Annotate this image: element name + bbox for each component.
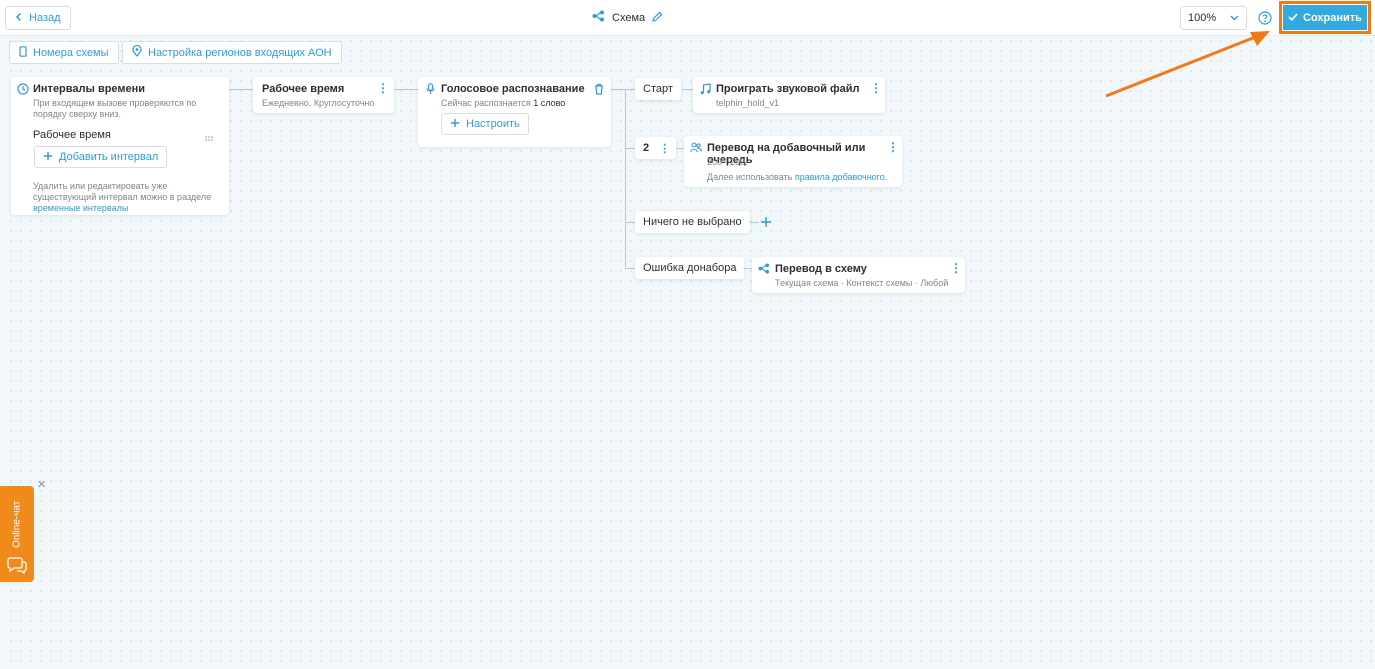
connector [394,89,418,90]
connector [682,89,693,90]
back-label: Назад [29,12,61,24]
phone-icon [19,45,27,60]
add-action-plus-icon[interactable] [760,216,772,231]
time-intervals-title: Интервалы времени [33,83,146,95]
plus-icon [450,118,460,131]
connector [625,222,635,223]
branch-label: Ошибка донабора [643,262,737,274]
clock-icon [17,83,29,98]
plus-icon [43,151,53,164]
trash-icon[interactable] [594,83,604,98]
scheme-numbers-label: Номера схемы [33,46,109,59]
annotation-arrow [1105,31,1270,98]
worktime-card[interactable]: Рабочее время Ежедневно. Круглосуточно ⋮ [253,77,394,113]
online-chat-label: Online-чат [11,500,23,548]
music-note-icon [700,83,711,98]
scheme-icon [758,263,770,277]
kebab-menu-icon[interactable]: ⋮ [659,142,670,155]
worktime-subtitle: Ежедневно. Круглосуточно [262,98,375,108]
people-icon [690,142,702,156]
chevron-left-icon [15,12,23,25]
connector [625,89,635,90]
connector [743,268,752,269]
add-interval-button[interactable]: Добавить интервал [34,146,168,168]
regions-settings-label: Настройка регионов входящих АОН [148,46,332,59]
branch-label: 2 [643,142,650,154]
worktime-title: Рабочее время [262,83,345,95]
edit-pencil-icon[interactable] [652,11,663,25]
transfer-scheme-title: Перевод в схему [775,263,867,275]
time-intervals-card: Интервалы времени При входящем вызове пр… [11,77,229,215]
branch-label: Старт [643,83,673,95]
play-sound-subtitle: telphin_hold_v1 [716,98,780,108]
intervals-footer-text: Удалить или редактировать уже существующ… [33,181,212,202]
branch-digit-2[interactable]: 2 ⋮ [635,137,677,159]
save-button[interactable]: Сохранить [1279,1,1371,34]
drag-handle-icon[interactable] [205,131,213,145]
chevron-down-icon [1230,12,1239,24]
scheme-icon [592,10,605,25]
transfer-note-prefix: Далее использовать [707,172,793,182]
regions-settings-button[interactable]: Настройка регионов входящих АОН [122,41,342,64]
voice-recognition-card[interactable]: Голосовое распознавание Сейчас распознае… [418,77,611,147]
transfer-extension-subtitle: 200 · 200. [707,157,748,167]
scheme-numbers-button[interactable]: Номера схемы [9,41,119,64]
connector [625,268,635,269]
transfer-extension-card[interactable]: Перевод на добавочный или очередь 200 · … [684,136,902,187]
play-sound-title: Проиграть звуковой файл [716,83,860,95]
extension-rules-link[interactable]: правила добавочного. [795,172,887,182]
kebab-menu-icon[interactable]: ⋮ [887,141,899,153]
connector [611,89,625,90]
close-chat-icon[interactable]: ✕ [37,478,46,491]
chat-bubble-icon [7,556,27,577]
configure-button[interactable]: Настроить [441,113,529,135]
transfer-extension-note: Далее использовать правила добавочного. [707,172,887,183]
connector [625,148,635,149]
check-icon [1288,12,1298,24]
kebab-menu-icon[interactable]: ⋮ [950,262,962,274]
kebab-menu-icon[interactable]: ⋮ [377,82,389,94]
play-sound-card[interactable]: Проиграть звуковой файл telphin_hold_v1 … [693,77,885,113]
location-pin-icon [132,44,142,60]
voice-subtitle-value: 1 слово [533,98,566,108]
time-intervals-description: При входящем вызове проверяются по поряд… [33,98,197,119]
intervals-footer: Удалить или редактировать уже существующ… [33,181,218,214]
voice-recognition-subtitle: Сейчас распознается 1 слово [441,98,565,109]
branch-dial-error[interactable]: Ошибка донабора [635,257,745,279]
voice-recognition-title: Голосовое распознавание [441,83,585,95]
branch-label: Ничего не выбрано [643,216,742,228]
configure-label: Настроить [466,118,520,130]
microphone-icon [426,83,435,98]
voice-subtitle-prefix: Сейчас распознается [441,98,531,108]
time-intervals-link[interactable]: временные интервалы [33,203,128,213]
interval-item-label: Рабочее время [33,129,111,141]
save-label: Сохранить [1303,11,1362,24]
zoom-value: 100% [1188,12,1217,24]
connector [229,89,253,90]
add-interval-label: Добавить интервал [59,151,159,163]
page-title: Схема [592,10,663,25]
page-title-text: Схема [612,11,646,24]
transfer-scheme-subtitle: Текущая схема · Контекст схемы · Любой [775,278,949,288]
branch-start[interactable]: Старт [635,78,681,100]
kebab-menu-icon[interactable]: ⋮ [870,82,882,94]
back-button[interactable]: Назад [5,6,71,30]
connector [625,89,626,267]
transfer-scheme-card[interactable]: Перевод в схему Текущая схема · Контекст… [752,257,965,293]
branch-nothing-selected[interactable]: Ничего не выбрано [635,211,750,233]
